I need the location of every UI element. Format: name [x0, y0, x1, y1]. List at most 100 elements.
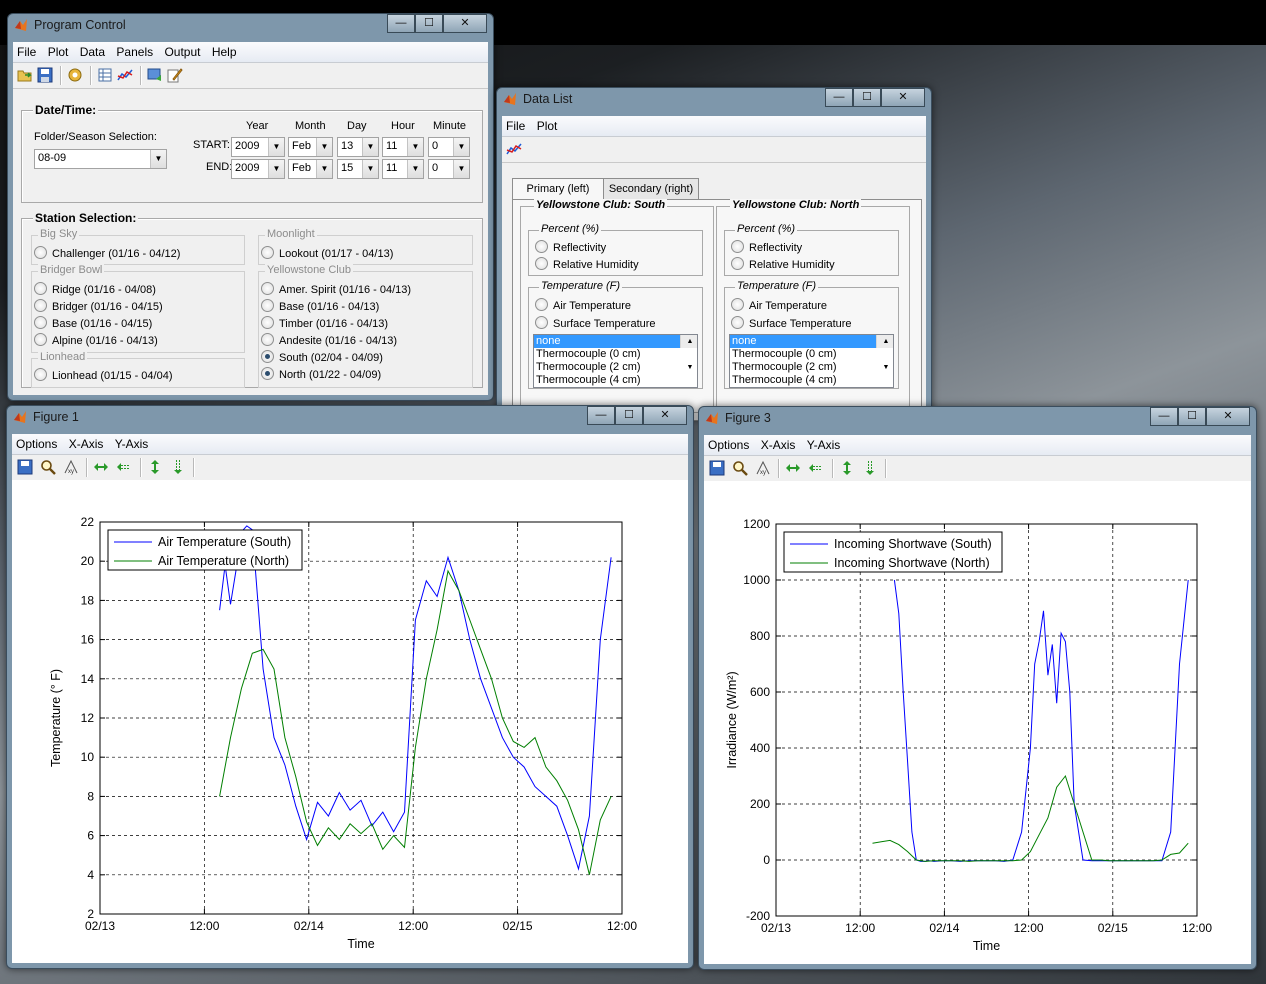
- menu-y-axis[interactable]: Y-Axis: [803, 435, 845, 452]
- compress-vertical-icon[interactable]: [862, 460, 878, 476]
- data-cursor-icon[interactable]: xy: [63, 459, 79, 475]
- minimize-button[interactable]: —: [1150, 407, 1178, 426]
- end-day-select[interactable]: 15 ▼: [337, 159, 379, 179]
- close-button[interactable]: ✕: [881, 88, 925, 107]
- maximize-button[interactable]: ☐: [1178, 407, 1206, 426]
- folder-season-select[interactable]: 08-09 ▼: [34, 149, 167, 169]
- station-radio[interactable]: Alpine (01/16 - 04/13): [34, 333, 158, 347]
- station-radio[interactable]: Lookout (01/17 - 04/13): [261, 246, 393, 260]
- expand-horizontal-icon[interactable]: [785, 460, 801, 476]
- start-day-select[interactable]: 13 ▼: [337, 137, 379, 157]
- save-icon[interactable]: [17, 459, 33, 475]
- expand-vertical-icon[interactable]: [147, 459, 163, 475]
- list-item[interactable]: Thermocouple (4 cm): [534, 374, 697, 387]
- start-minute-select[interactable]: 0 ▼: [428, 137, 470, 157]
- air-temperature-radio[interactable]: Air Temperature: [535, 298, 631, 312]
- menu-options[interactable]: Options: [12, 434, 61, 451]
- menu-plot[interactable]: Plot: [44, 42, 73, 59]
- list-scrollbar[interactable]: ▲ ▼: [680, 335, 697, 371]
- station-radio-selected[interactable]: South (02/04 - 04/09): [261, 350, 383, 364]
- start-year-select[interactable]: 2009 ▼: [231, 137, 285, 157]
- south-thermocouple-list[interactable]: none Thermocouple (0 cm) Thermocouple (2…: [533, 334, 698, 388]
- program-control-titlebar[interactable]: Program Control — ☐ ✕: [8, 14, 493, 36]
- minimize-button[interactable]: —: [825, 88, 853, 107]
- reflectivity-radio[interactable]: Reflectivity: [731, 240, 802, 254]
- menu-y-axis[interactable]: Y-Axis: [111, 434, 153, 451]
- figure1-titlebar[interactable]: Figure 1 — ☐ ✕: [7, 406, 693, 428]
- compress-vertical-icon[interactable]: [170, 459, 186, 475]
- maximize-button[interactable]: ☐: [415, 14, 443, 33]
- save-icon[interactable]: [709, 460, 725, 476]
- minimize-button[interactable]: —: [387, 14, 415, 33]
- tab-primary-left[interactable]: Primary (left): [512, 178, 604, 199]
- menu-x-axis[interactable]: X-Axis: [757, 435, 800, 452]
- north-thermocouple-list[interactable]: none Thermocouple (0 cm) Thermocouple (2…: [729, 334, 894, 388]
- station-radio[interactable]: Amer. Spirit (01/16 - 04/13): [261, 282, 411, 296]
- relative-humidity-radio[interactable]: Relative Humidity: [535, 257, 639, 271]
- compress-horizontal-icon[interactable]: [116, 459, 132, 475]
- expand-vertical-icon[interactable]: [839, 460, 855, 476]
- air-temperature-radio[interactable]: Air Temperature: [731, 298, 827, 312]
- irradiance-chart[interactable]: 02/13 12:00 02/14 12:00 02/15 12:00 -200 0 200 40…: [704, 481, 1251, 964]
- menu-data[interactable]: Data: [76, 42, 109, 59]
- menu-options[interactable]: Options: [704, 435, 753, 452]
- station-radio[interactable]: Bridger (01/16 - 04/15): [34, 299, 163, 313]
- data-table-icon[interactable]: [97, 67, 113, 83]
- start-month-select[interactable]: Feb ▼: [288, 137, 333, 157]
- station-radio[interactable]: Lionhead (01/15 - 04/04): [34, 368, 172, 382]
- list-item[interactable]: Thermocouple (0 cm): [730, 348, 893, 361]
- settings-gear-icon[interactable]: [67, 67, 83, 83]
- list-item[interactable]: Thermocouple (2 cm): [730, 361, 893, 374]
- maximize-button[interactable]: ☐: [853, 88, 881, 107]
- list-item[interactable]: Thermocouple (4 cm): [730, 374, 893, 387]
- zoom-icon[interactable]: [40, 459, 56, 475]
- station-radio[interactable]: Andesite (01/16 - 04/13): [261, 333, 397, 347]
- expand-horizontal-icon[interactable]: [93, 459, 109, 475]
- surface-temperature-radio[interactable]: Surface Temperature: [731, 316, 852, 330]
- list-item[interactable]: none: [730, 335, 893, 348]
- save-icon[interactable]: [37, 67, 53, 83]
- reflectivity-radio[interactable]: Reflectivity: [535, 240, 606, 254]
- maximize-button[interactable]: ☐: [615, 406, 643, 425]
- edit-pencil-icon[interactable]: [167, 67, 183, 83]
- end-year-select[interactable]: 2009 ▼: [231, 159, 285, 179]
- zoom-icon[interactable]: [732, 460, 748, 476]
- menu-panels[interactable]: Panels: [112, 42, 157, 59]
- station-radio[interactable]: Base (01/16 - 04/15): [34, 316, 152, 330]
- minimize-button[interactable]: —: [587, 406, 615, 425]
- close-button[interactable]: ✕: [1206, 407, 1250, 426]
- figure3-titlebar[interactable]: Figure 3 — ☐ ✕: [699, 407, 1256, 429]
- end-hour-select[interactable]: 11 ▼: [382, 159, 424, 179]
- data-list-titlebar[interactable]: Data List — ☐ ✕: [497, 88, 931, 110]
- export-image-icon[interactable]: [147, 67, 163, 83]
- plot-line-icon[interactable]: [506, 141, 522, 157]
- menu-plot[interactable]: Plot: [533, 116, 562, 133]
- station-radio[interactable]: Ridge (01/16 - 04/08): [34, 282, 156, 296]
- data-cursor-icon[interactable]: xy: [755, 460, 771, 476]
- station-radio[interactable]: Challenger (01/16 - 04/12): [34, 246, 180, 260]
- tab-secondary-right[interactable]: Secondary (right): [603, 178, 699, 199]
- plot-line-icon[interactable]: [117, 67, 133, 83]
- station-radio[interactable]: Base (01/16 - 04/13): [261, 299, 379, 313]
- start-hour-select[interactable]: 11 ▼: [382, 137, 424, 157]
- relative-humidity-radio[interactable]: Relative Humidity: [731, 257, 835, 271]
- end-month-select[interactable]: Feb ▼: [288, 159, 333, 179]
- list-item[interactable]: none: [534, 335, 697, 348]
- surface-temperature-radio[interactable]: Surface Temperature: [535, 316, 656, 330]
- menu-x-axis[interactable]: X-Axis: [65, 434, 108, 451]
- open-folder-icon[interactable]: [17, 67, 33, 83]
- end-minute-select[interactable]: 0 ▼: [428, 159, 470, 179]
- close-button[interactable]: ✕: [443, 14, 487, 33]
- close-button[interactable]: ✕: [643, 406, 687, 425]
- list-scrollbar[interactable]: ▲ ▼: [876, 335, 893, 371]
- menu-file[interactable]: File: [502, 116, 529, 133]
- temperature-chart[interactable]: 02/13 12:00 02/14 12:00 02/15 12:00 2 4 6 8 10 12 14…: [12, 480, 688, 963]
- list-item[interactable]: Thermocouple (0 cm): [534, 348, 697, 361]
- menu-output[interactable]: Output: [160, 42, 204, 59]
- compress-horizontal-icon[interactable]: [808, 460, 824, 476]
- station-radio-selected[interactable]: North (01/22 - 04/09): [261, 367, 381, 381]
- menu-help[interactable]: Help: [208, 42, 241, 59]
- menu-file[interactable]: File: [13, 42, 40, 59]
- list-item[interactable]: Thermocouple (2 cm): [534, 361, 697, 374]
- station-radio[interactable]: Timber (01/16 - 04/13): [261, 316, 388, 330]
